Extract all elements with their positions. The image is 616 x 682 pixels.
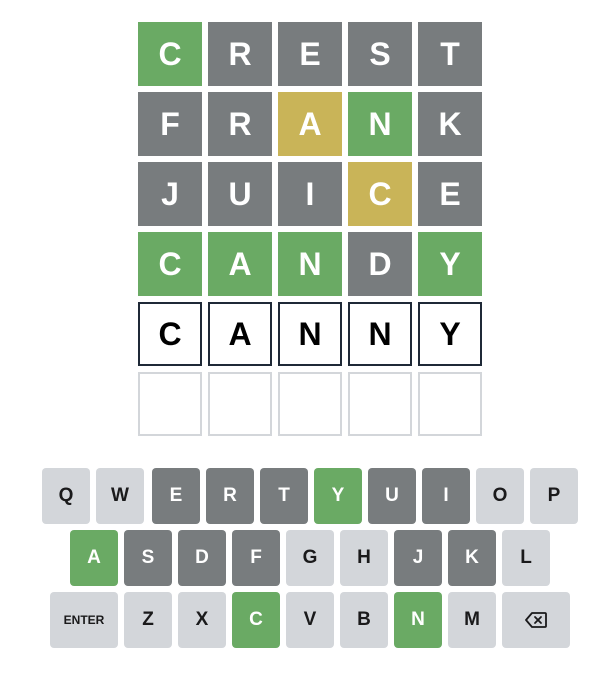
key-w[interactable]: W (96, 468, 144, 524)
keyboard-row-1: QWERTYUIOP (0, 468, 616, 524)
board-tile: A (278, 92, 342, 156)
board-tile: Y (418, 302, 482, 366)
board-tile: N (348, 302, 412, 366)
board-tile: N (348, 92, 412, 156)
key-j[interactable]: J (394, 530, 442, 586)
board-tile: Y (418, 232, 482, 296)
key-s[interactable]: S (124, 530, 172, 586)
key-z[interactable]: Z (124, 592, 172, 648)
board-tile: K (418, 92, 482, 156)
board-tile: F (138, 92, 202, 156)
board-tile: C (138, 232, 202, 296)
key-y[interactable]: Y (314, 468, 362, 524)
key-e[interactable]: E (152, 468, 200, 524)
board-tile: C (348, 162, 412, 226)
board-tile: J (138, 162, 202, 226)
board-tile (278, 372, 342, 436)
board-tile: S (348, 22, 412, 86)
keyboard-row-3: ENTER Z X C V B N M (0, 592, 616, 648)
key-c[interactable]: C (232, 592, 280, 648)
key-o[interactable]: O (476, 468, 524, 524)
board-tile: N (278, 232, 342, 296)
board-tile (138, 372, 202, 436)
key-p[interactable]: P (530, 468, 578, 524)
key-v[interactable]: V (286, 592, 334, 648)
key-x[interactable]: X (178, 592, 226, 648)
key-h[interactable]: H (340, 530, 388, 586)
board-tile: I (278, 162, 342, 226)
key-l[interactable]: L (502, 530, 550, 586)
board-tile: R (208, 22, 272, 86)
backspace-icon (525, 612, 547, 628)
board-tile: N (278, 302, 342, 366)
key-m[interactable]: M (448, 592, 496, 648)
board-tile: A (208, 302, 272, 366)
board-tile (348, 372, 412, 436)
board-tile (208, 372, 272, 436)
game-board: CRESTFRANKJUICECANDYCANNY (138, 22, 482, 436)
enter-key[interactable]: ENTER (50, 592, 118, 648)
key-r[interactable]: R (206, 468, 254, 524)
board-tile: E (418, 162, 482, 226)
board-tile: U (208, 162, 272, 226)
key-k[interactable]: K (448, 530, 496, 586)
board-tile (418, 372, 482, 436)
key-q[interactable]: Q (42, 468, 90, 524)
key-g[interactable]: G (286, 530, 334, 586)
key-f[interactable]: F (232, 530, 280, 586)
key-a[interactable]: A (70, 530, 118, 586)
key-n[interactable]: N (394, 592, 442, 648)
key-u[interactable]: U (368, 468, 416, 524)
board-tile: C (138, 22, 202, 86)
key-b[interactable]: B (340, 592, 388, 648)
board-tile: R (208, 92, 272, 156)
board-tile: E (278, 22, 342, 86)
key-i[interactable]: I (422, 468, 470, 524)
keyboard-row-2: ASDFGHJKL (0, 530, 616, 586)
board-tile: T (418, 22, 482, 86)
board-tile: A (208, 232, 272, 296)
key-d[interactable]: D (178, 530, 226, 586)
board-tile: C (138, 302, 202, 366)
backspace-key[interactable] (502, 592, 570, 648)
key-t[interactable]: T (260, 468, 308, 524)
board-tile: D (348, 232, 412, 296)
